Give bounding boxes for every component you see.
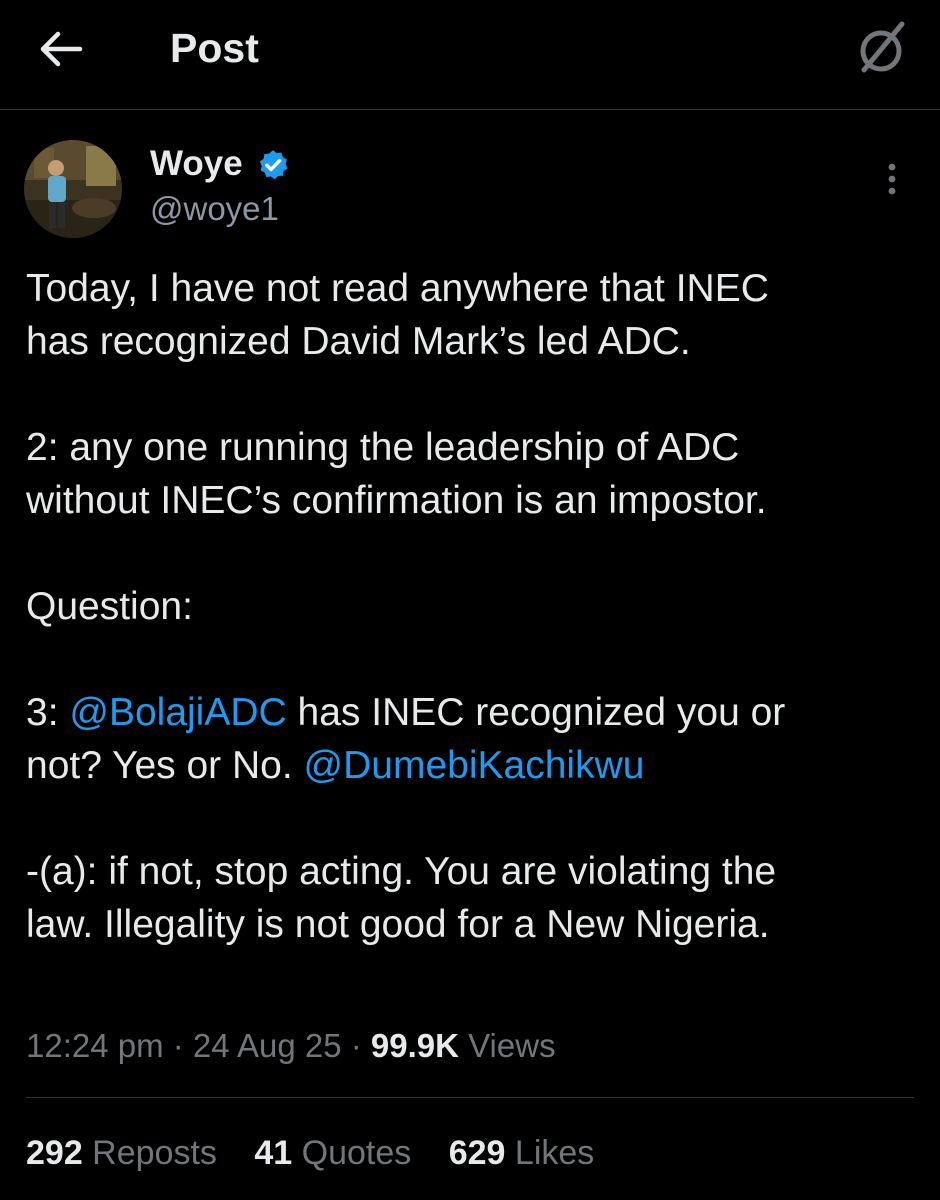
likes-stat[interactable]: 629 Likes bbox=[449, 1131, 595, 1175]
tweet-line: -(a): if not, stop acting. You are viola… bbox=[26, 850, 777, 893]
tweet-line: 2: any one running the leadership of ADC bbox=[26, 426, 740, 469]
reposts-stat[interactable]: 292 Reposts bbox=[26, 1131, 217, 1175]
likes-count: 629 bbox=[448, 1134, 506, 1172]
tweet-line: has recognized David Mark’s led ADC. bbox=[26, 320, 691, 363]
avatar[interactable] bbox=[24, 140, 122, 238]
mention-link[interactable]: @DumebiKachikwu bbox=[304, 744, 645, 787]
grok-button[interactable] bbox=[850, 18, 912, 80]
tweet-text-fragment: not? Yes or No. bbox=[26, 744, 304, 787]
likes-label: Likes bbox=[505, 1134, 595, 1172]
meta-separator: · bbox=[163, 1027, 193, 1064]
avatar-image bbox=[24, 140, 122, 238]
mention-link[interactable]: @BolajiADC bbox=[69, 691, 286, 734]
arrow-left-icon bbox=[40, 31, 83, 67]
more-options-button[interactable] bbox=[872, 158, 912, 202]
tweet-text-fragment: has INEC recognized you or bbox=[286, 691, 786, 734]
verified-badge-icon bbox=[259, 150, 288, 180]
tweet-time[interactable]: 12:24 pm bbox=[26, 1027, 164, 1064]
more-vertical-icon bbox=[888, 163, 896, 195]
author-name[interactable]: Woye bbox=[150, 143, 243, 185]
tweet-text: Today, I have not read anywhere that INE… bbox=[26, 262, 916, 951]
back-button[interactable] bbox=[36, 24, 86, 74]
quotes-label: Quotes bbox=[292, 1134, 412, 1172]
tweet-line: Question: bbox=[26, 585, 193, 628]
tweet-line: Today, I have not read anywhere that INE… bbox=[26, 267, 769, 310]
quotes-count: 41 bbox=[254, 1134, 293, 1172]
tweet-line: law. Illegality is not good for a New Ni… bbox=[26, 903, 770, 946]
grok-icon bbox=[860, 21, 905, 73]
divider bbox=[26, 1097, 914, 1098]
reposts-count: 292 bbox=[26, 1134, 83, 1172]
quotes-stat[interactable]: 41 Quotes bbox=[254, 1131, 411, 1175]
tweet-date[interactable]: 24 Aug 25 bbox=[193, 1027, 342, 1064]
reposts-label: Reposts bbox=[82, 1134, 217, 1172]
views-stat[interactable]: 99.9K Views bbox=[371, 1027, 556, 1064]
header-bar: Post bbox=[0, 0, 940, 110]
views-count: 99.9K bbox=[370, 1027, 459, 1064]
engagement-stats: 292 Reposts 41 Quotes 629 Likes bbox=[26, 1131, 622, 1175]
meta-separator: · bbox=[341, 1027, 371, 1064]
tweet-text-fragment: 3: bbox=[26, 691, 70, 734]
views-label: Views bbox=[458, 1027, 556, 1064]
author-handle[interactable]: @woye1 bbox=[150, 188, 279, 230]
tweet-meta: 12:24 pm · 24 Aug 25 · 99.9K Views bbox=[26, 1024, 556, 1068]
page-title: Post bbox=[170, 25, 259, 71]
tweet-line: without INEC’s confirmation is an impost… bbox=[26, 479, 767, 522]
tweet-line: 3: @BolajiADC has INEC recognized you or bbox=[26, 686, 916, 739]
tweet-line: not? Yes or No. @DumebiKachikwu bbox=[26, 739, 916, 792]
